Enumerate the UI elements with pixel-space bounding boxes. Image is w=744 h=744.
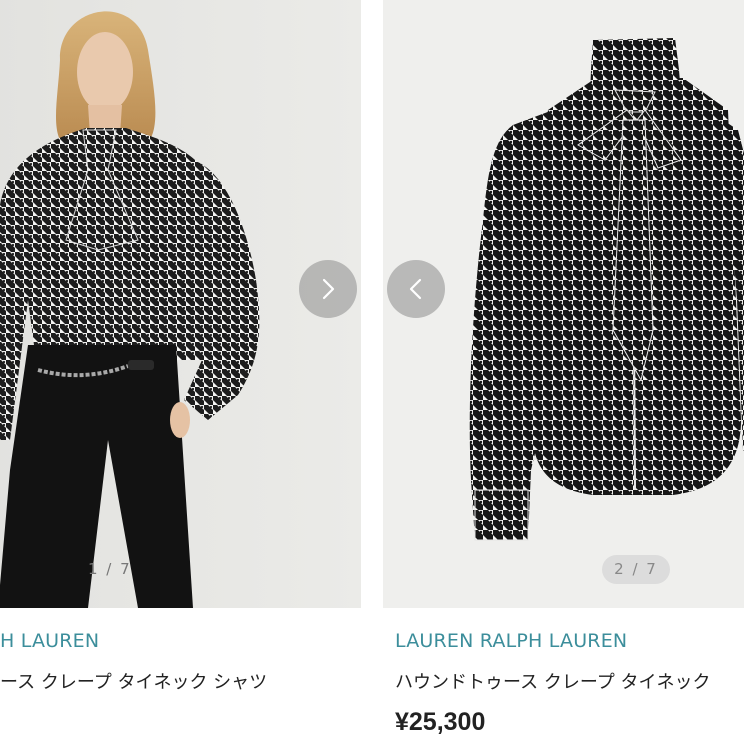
carousel-next-button[interactable]: [299, 260, 357, 318]
chevron-right-icon: [322, 278, 335, 300]
product-price: ¥25,300: [395, 708, 486, 736]
carousel-prev-button[interactable]: [387, 260, 445, 318]
product-name[interactable]: ハウンドトゥース クレープ タイネック: [395, 668, 710, 694]
product-card-1[interactable]: 1 / 7 H LAUREN ース クレープ タイネック シャツ: [0, 0, 361, 744]
product-card-2[interactable]: 2 / 7 LAUREN RALPH LAUREN ハウンドトゥース クレープ …: [383, 0, 744, 744]
chevron-left-icon: [409, 278, 422, 300]
brand-name[interactable]: H LAUREN: [0, 630, 99, 652]
brand-name[interactable]: LAUREN RALPH LAUREN: [395, 630, 627, 652]
image-counter: 2 / 7: [602, 555, 670, 584]
image-counter: 1 / 7: [88, 560, 132, 578]
product-name[interactable]: ース クレープ タイネック シャツ: [0, 668, 267, 694]
